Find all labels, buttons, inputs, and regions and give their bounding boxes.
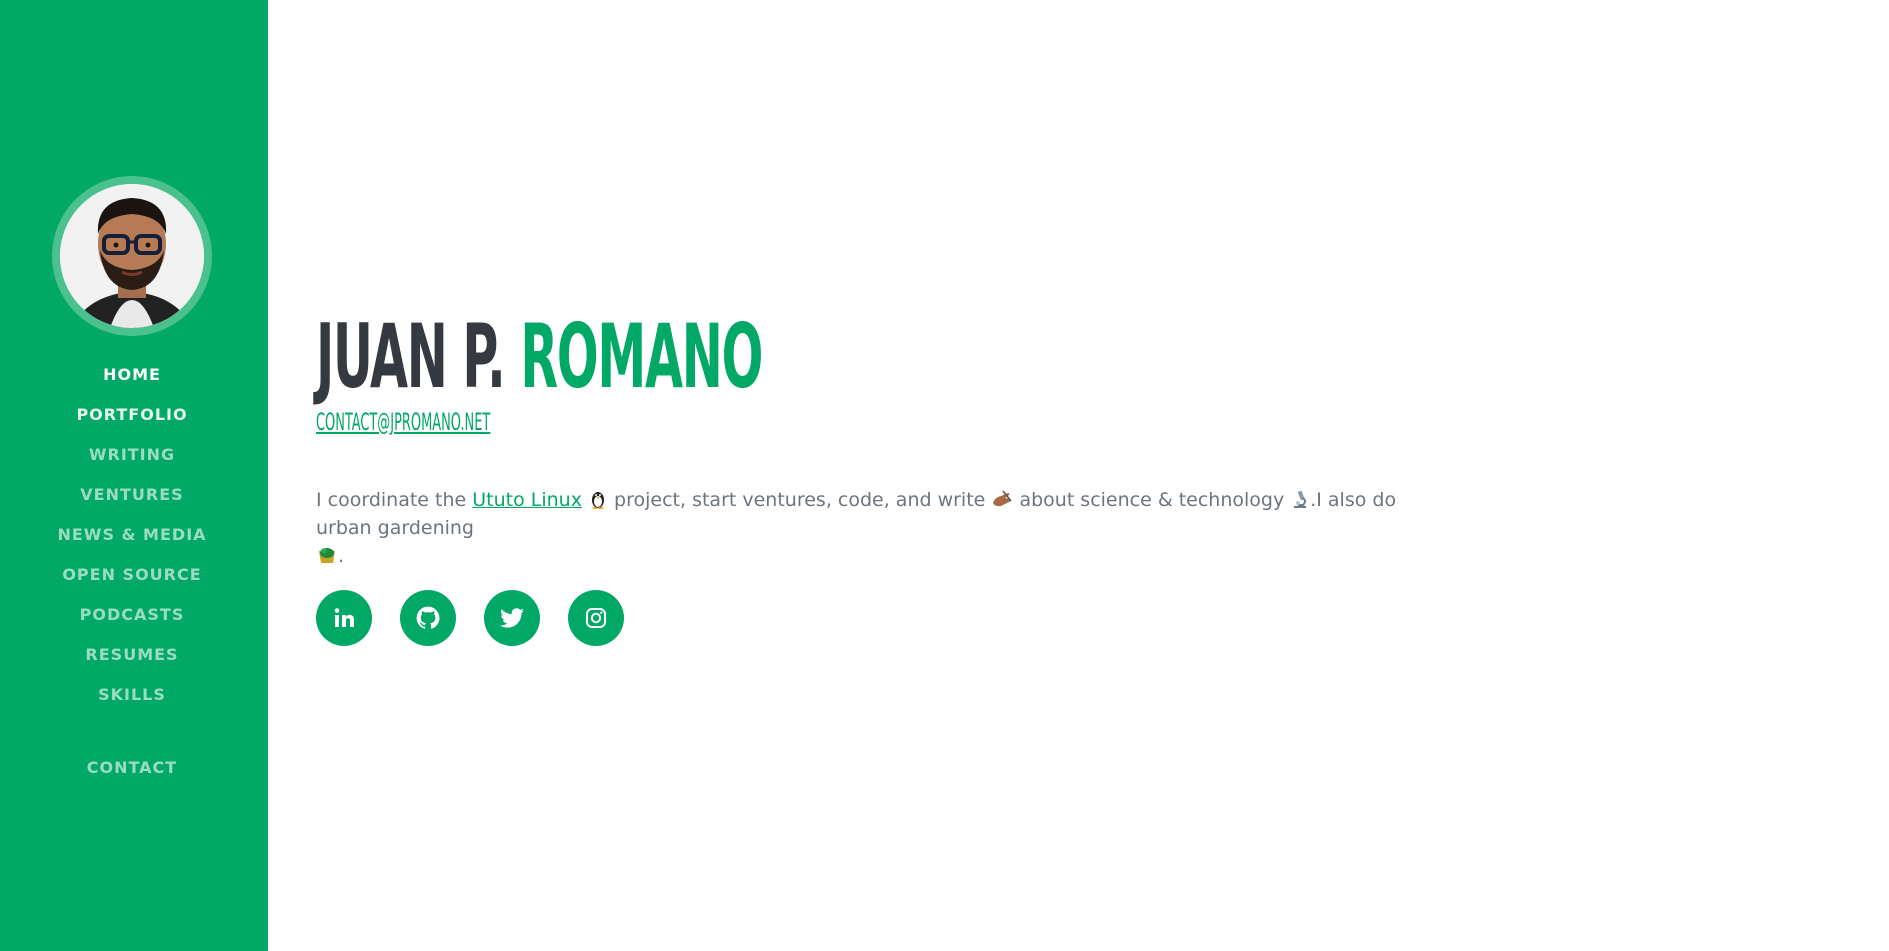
avatar-ring bbox=[52, 176, 212, 336]
avatar[interactable] bbox=[60, 184, 204, 328]
nav-item-news-media[interactable]: NEWS & MEDIA bbox=[0, 515, 264, 555]
twitter-button[interactable] bbox=[484, 590, 540, 646]
page: HOME PORTFOLIO WRITING VENTURES NEWS & M… bbox=[0, 0, 1889, 951]
bio-part-1: I coordinate the bbox=[316, 489, 473, 511]
nav-item-writing[interactable]: WRITING bbox=[0, 435, 264, 475]
linkedin-button[interactable] bbox=[316, 590, 372, 646]
email-link[interactable]: CONTACT@JPROMANO.NET bbox=[316, 406, 490, 438]
instagram-button[interactable] bbox=[568, 590, 624, 646]
nav-item-ventures[interactable]: VENTURES bbox=[0, 475, 264, 515]
github-icon bbox=[416, 606, 440, 629]
bio-text: I coordinate the Ututo Linux project, st… bbox=[316, 486, 1446, 570]
nav-item-home[interactable]: HOME bbox=[0, 355, 264, 395]
sidebar: HOME PORTFOLIO WRITING VENTURES NEWS & M… bbox=[0, 0, 268, 951]
bio-part-3: about science & technology bbox=[1013, 489, 1291, 511]
microscope-icon bbox=[1294, 490, 1307, 508]
bio-part-5: . bbox=[338, 545, 345, 567]
sidebar-nav: HOME PORTFOLIO WRITING VENTURES NEWS & M… bbox=[0, 355, 264, 788]
twitter-icon bbox=[500, 608, 524, 628]
nav-item-podcasts[interactable]: PODCASTS bbox=[0, 595, 264, 635]
nav-item-resumes[interactable]: RESUMES bbox=[0, 635, 264, 675]
bio-part-2: project, start ventures, code, and write bbox=[608, 489, 986, 511]
nav-item-skills[interactable]: SKILLS bbox=[0, 675, 264, 715]
nav-item-contact[interactable]: CONTACT bbox=[0, 748, 264, 788]
nav-item-portfolio[interactable]: PORTFOLIO bbox=[0, 395, 264, 435]
first-name: JUAN P. bbox=[316, 305, 506, 408]
social-links bbox=[316, 590, 624, 646]
instagram-icon bbox=[586, 608, 606, 628]
plant-icon bbox=[319, 548, 335, 563]
ututo-linux-link[interactable]: Ututo Linux bbox=[472, 489, 582, 511]
linkedin-icon bbox=[334, 608, 354, 627]
penguin-icon bbox=[592, 492, 605, 509]
last-name: ROMANO bbox=[520, 305, 763, 408]
writing-hand-icon bbox=[993, 490, 1013, 507]
page-title: JUAN P. ROMANO bbox=[316, 302, 763, 412]
github-button[interactable] bbox=[400, 590, 456, 646]
nav-item-open-source[interactable]: OPEN SOURCE bbox=[0, 555, 264, 595]
